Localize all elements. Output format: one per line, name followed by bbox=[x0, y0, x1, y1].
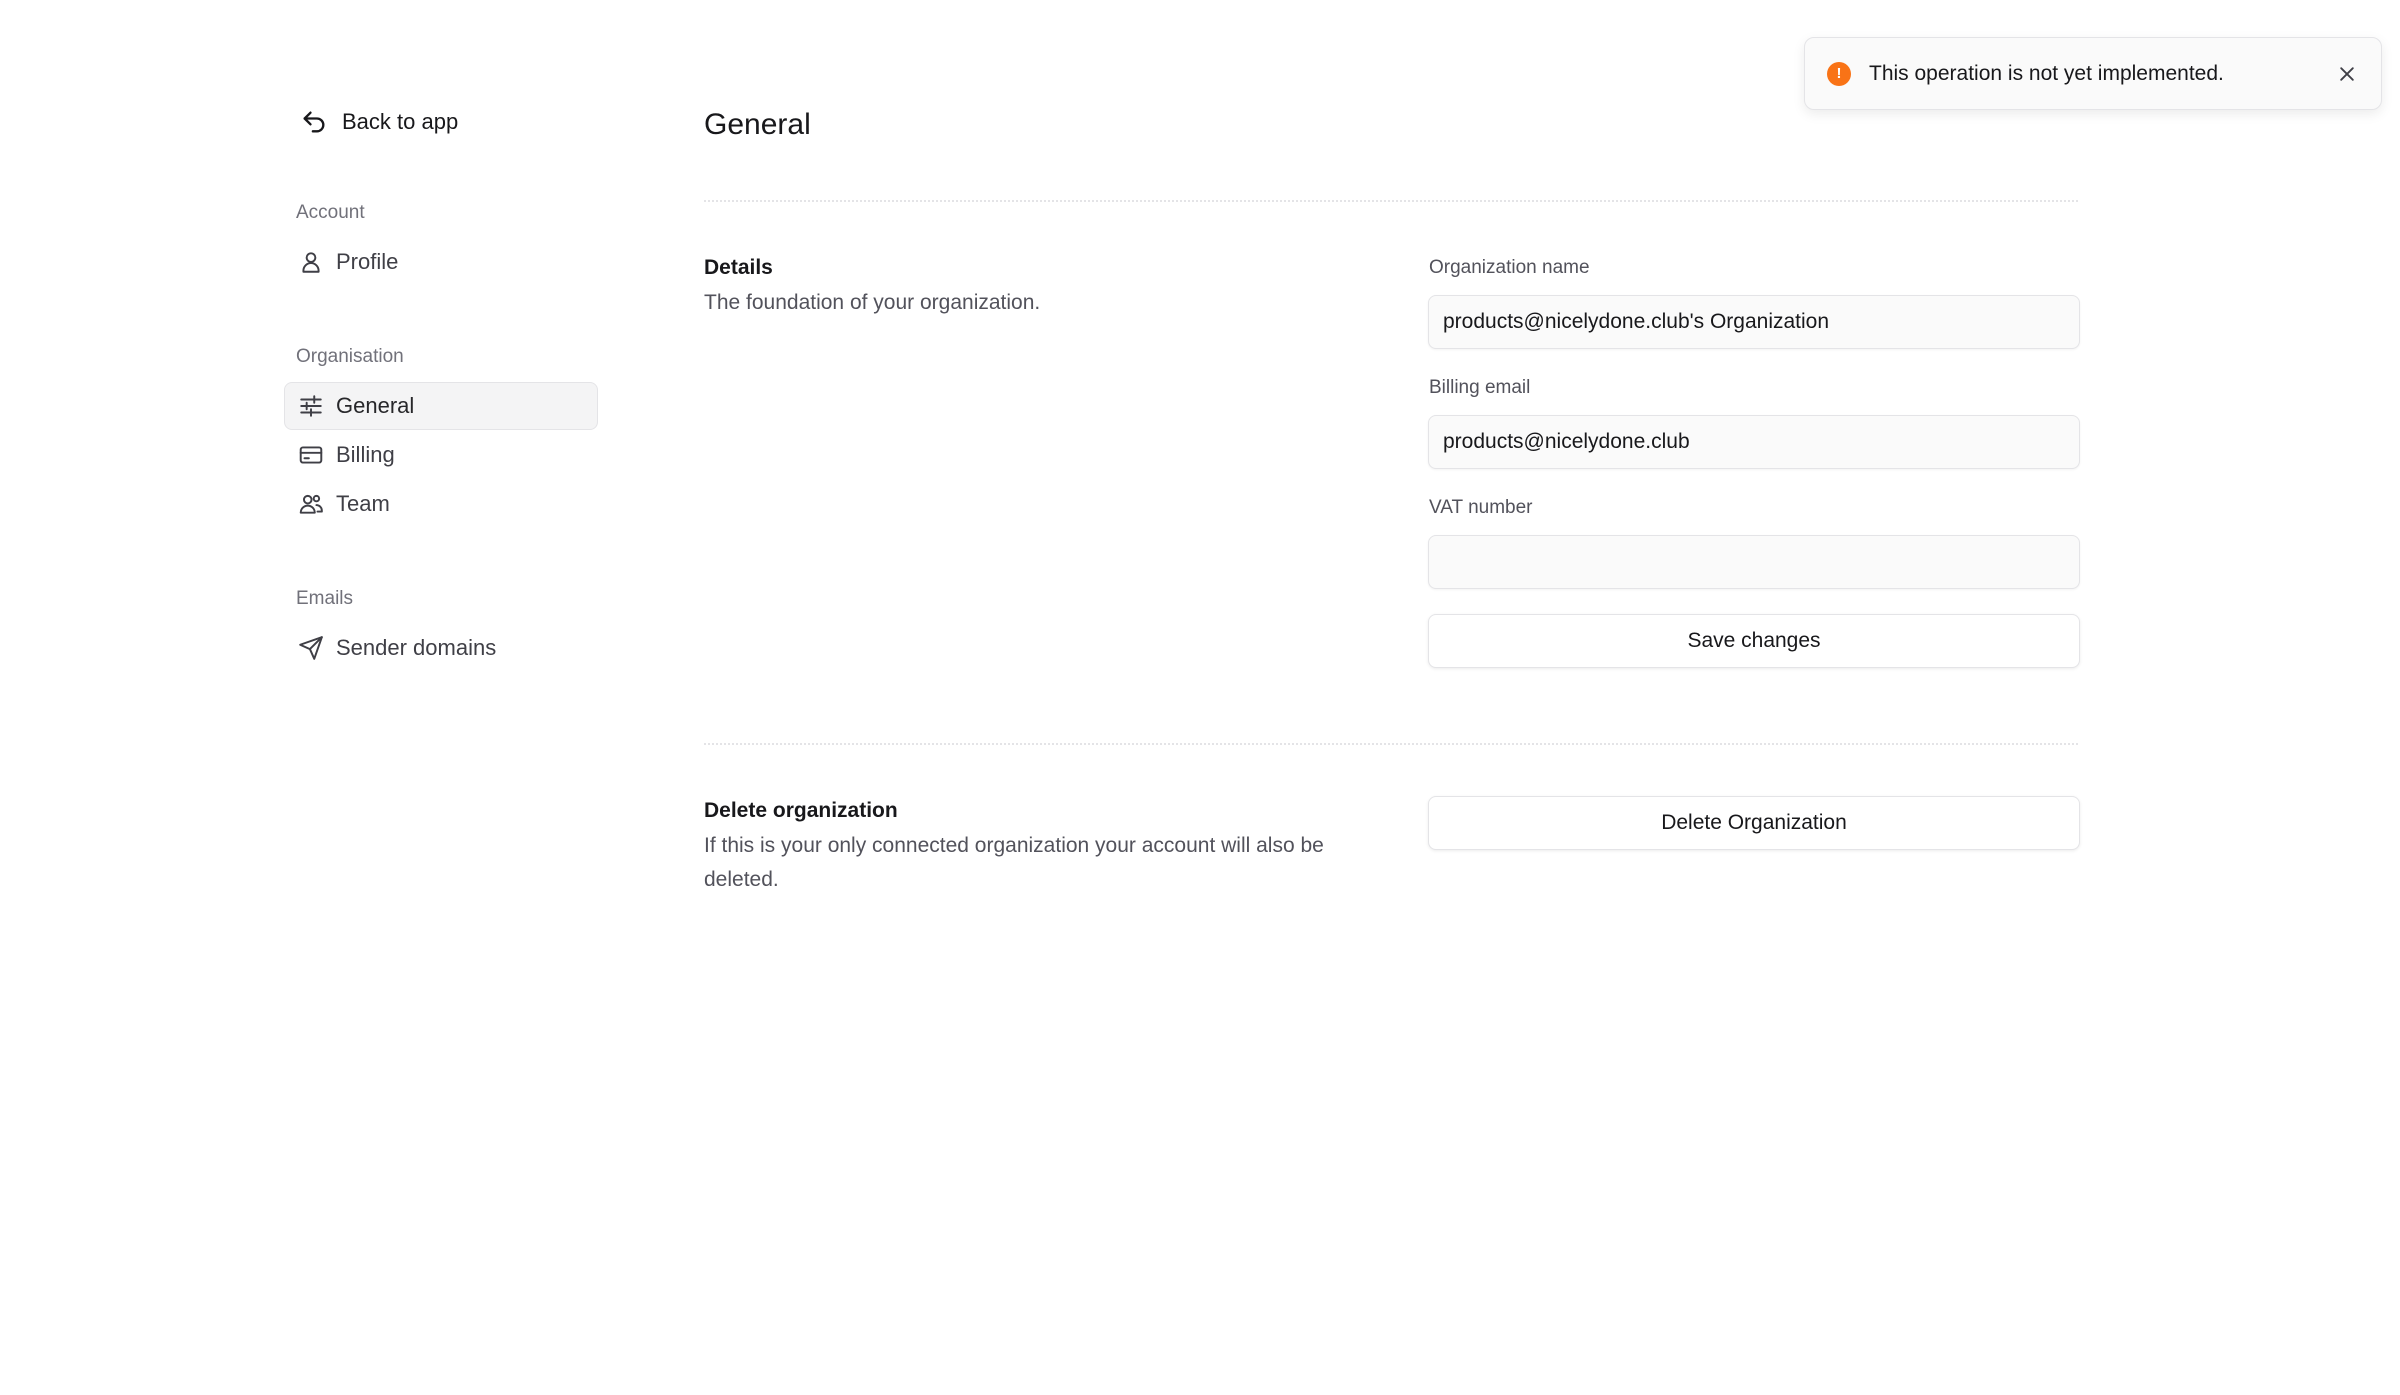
sidebar-item-label: Sender domains bbox=[336, 635, 497, 660]
details-section-description: The foundation of your organization. bbox=[704, 291, 1041, 314]
user-icon bbox=[302, 252, 320, 273]
sidebar-item-sender-domains[interactable]: Sender domains bbox=[284, 624, 598, 672]
nav-section-emails: Emails Sender domains bbox=[284, 588, 598, 660]
vat-number-input[interactable] bbox=[1428, 535, 2080, 589]
sidebar-item-label: Profile bbox=[336, 249, 399, 274]
credit-card-icon bbox=[299, 446, 323, 464]
sidebar-item-team[interactable]: Team bbox=[284, 480, 598, 528]
toast-notification: ! This operation is not yet implemented. bbox=[1804, 37, 2382, 110]
section-divider bbox=[704, 200, 2078, 202]
vat-number-label: VAT number bbox=[1429, 497, 1533, 518]
organization-name-label: Organization name bbox=[1429, 257, 1590, 278]
sidebar-item-label: Billing bbox=[336, 442, 395, 467]
users-icon bbox=[299, 494, 323, 514]
delete-organization-button[interactable]: Delete Organization bbox=[1428, 796, 2080, 850]
nav-heading-organisation: Organisation bbox=[296, 346, 404, 367]
close-icon bbox=[2340, 67, 2354, 81]
billing-email-input[interactable] bbox=[1428, 415, 2080, 469]
toast-close-button[interactable] bbox=[2335, 62, 2359, 86]
sidebar-item-general[interactable]: General bbox=[284, 382, 598, 430]
delete-section-description: If this is your only connected organizat… bbox=[704, 834, 1324, 891]
section-divider bbox=[704, 743, 2078, 745]
nav-heading-emails: Emails bbox=[296, 588, 354, 609]
nav-section-account: Account Profile bbox=[284, 202, 598, 274]
alert-circle-icon: ! bbox=[1827, 61, 1851, 86]
back-to-app-link[interactable]: Back to app bbox=[300, 108, 458, 136]
organization-name-input[interactable] bbox=[1428, 295, 2080, 349]
billing-email-label: Billing email bbox=[1429, 377, 1531, 398]
nav-heading-account: Account bbox=[296, 202, 365, 223]
toast-message: This operation is not yet implemented. bbox=[1869, 61, 2224, 85]
sidebar-item-billing[interactable]: Billing bbox=[284, 431, 598, 479]
sidebar-item-profile[interactable]: Profile bbox=[284, 238, 598, 286]
page-title: General bbox=[704, 108, 811, 141]
delete-section-title: Delete organization bbox=[704, 799, 898, 822]
details-section-title: Details bbox=[704, 256, 773, 279]
sidebar-item-label: Team bbox=[336, 491, 390, 516]
undo-arrow-icon bbox=[303, 111, 325, 133]
send-icon bbox=[299, 636, 323, 660]
settings-page: Back to app Account Profile Organisation… bbox=[0, 0, 2400, 1395]
save-changes-button[interactable]: Save changes bbox=[1428, 614, 2080, 668]
sidebar-item-label: General bbox=[336, 393, 415, 418]
nav-section-organisation: Organisation General Billing Team bbox=[284, 346, 598, 516]
sliders-icon bbox=[300, 395, 322, 417]
back-to-app-label: Back to app bbox=[342, 109, 459, 134]
